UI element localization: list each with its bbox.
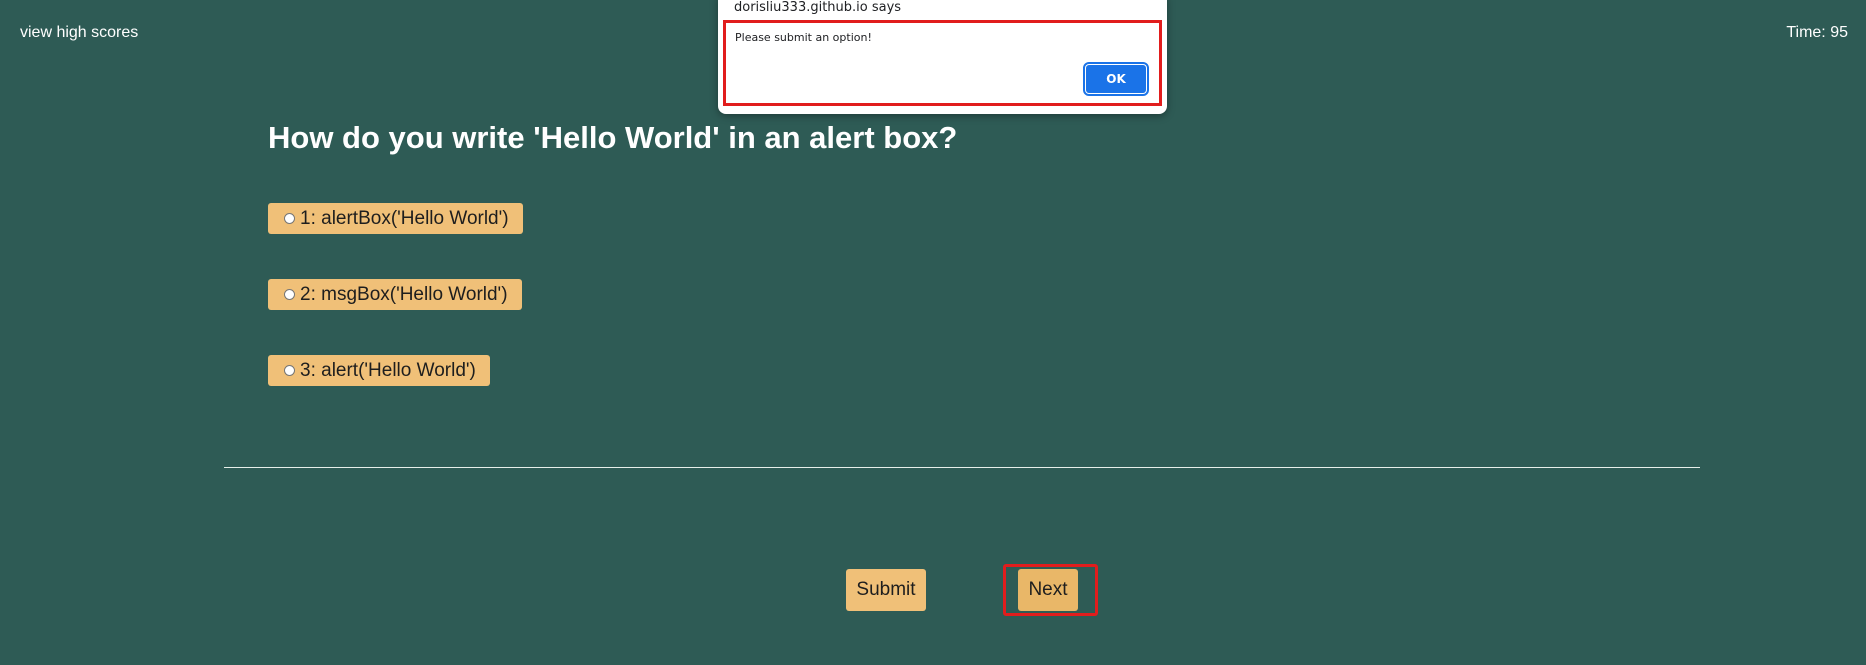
timer-display: Time: 95 — [1786, 24, 1848, 41]
radio-button[interactable] — [284, 365, 295, 376]
dialog-ok-button[interactable]: OK — [1083, 62, 1149, 96]
question-title: How do you write 'Hello World' in an ale… — [268, 120, 958, 155]
answer-option-label: 2: msgBox('Hello World') — [300, 283, 508, 305]
quiz-page: view high scores Time: 95 How do you wri… — [0, 0, 1866, 665]
answer-option-label: 3: alert('Hello World') — [300, 359, 476, 381]
next-button[interactable]: Next — [1018, 569, 1078, 611]
answer-option-2[interactable]: 2: msgBox('Hello World') — [268, 279, 522, 310]
answer-option-label: 1: alertBox('Hello World') — [300, 207, 509, 229]
dialog-origin-text: dorisliu333.github.io says — [734, 0, 902, 15]
alert-dialog: dorisliu333.github.io says Please submit… — [718, 0, 1167, 114]
answer-option-3[interactable]: 3: alert('Hello World') — [268, 355, 490, 386]
radio-button[interactable] — [284, 213, 295, 224]
view-high-scores-link[interactable]: view high scores — [20, 24, 138, 42]
answer-option-1[interactable]: 1: alertBox('Hello World') — [268, 203, 523, 234]
dialog-message: Please submit an option! — [735, 31, 872, 44]
submit-button[interactable]: Submit — [846, 569, 926, 611]
divider — [224, 467, 1700, 468]
radio-button[interactable] — [284, 289, 295, 300]
